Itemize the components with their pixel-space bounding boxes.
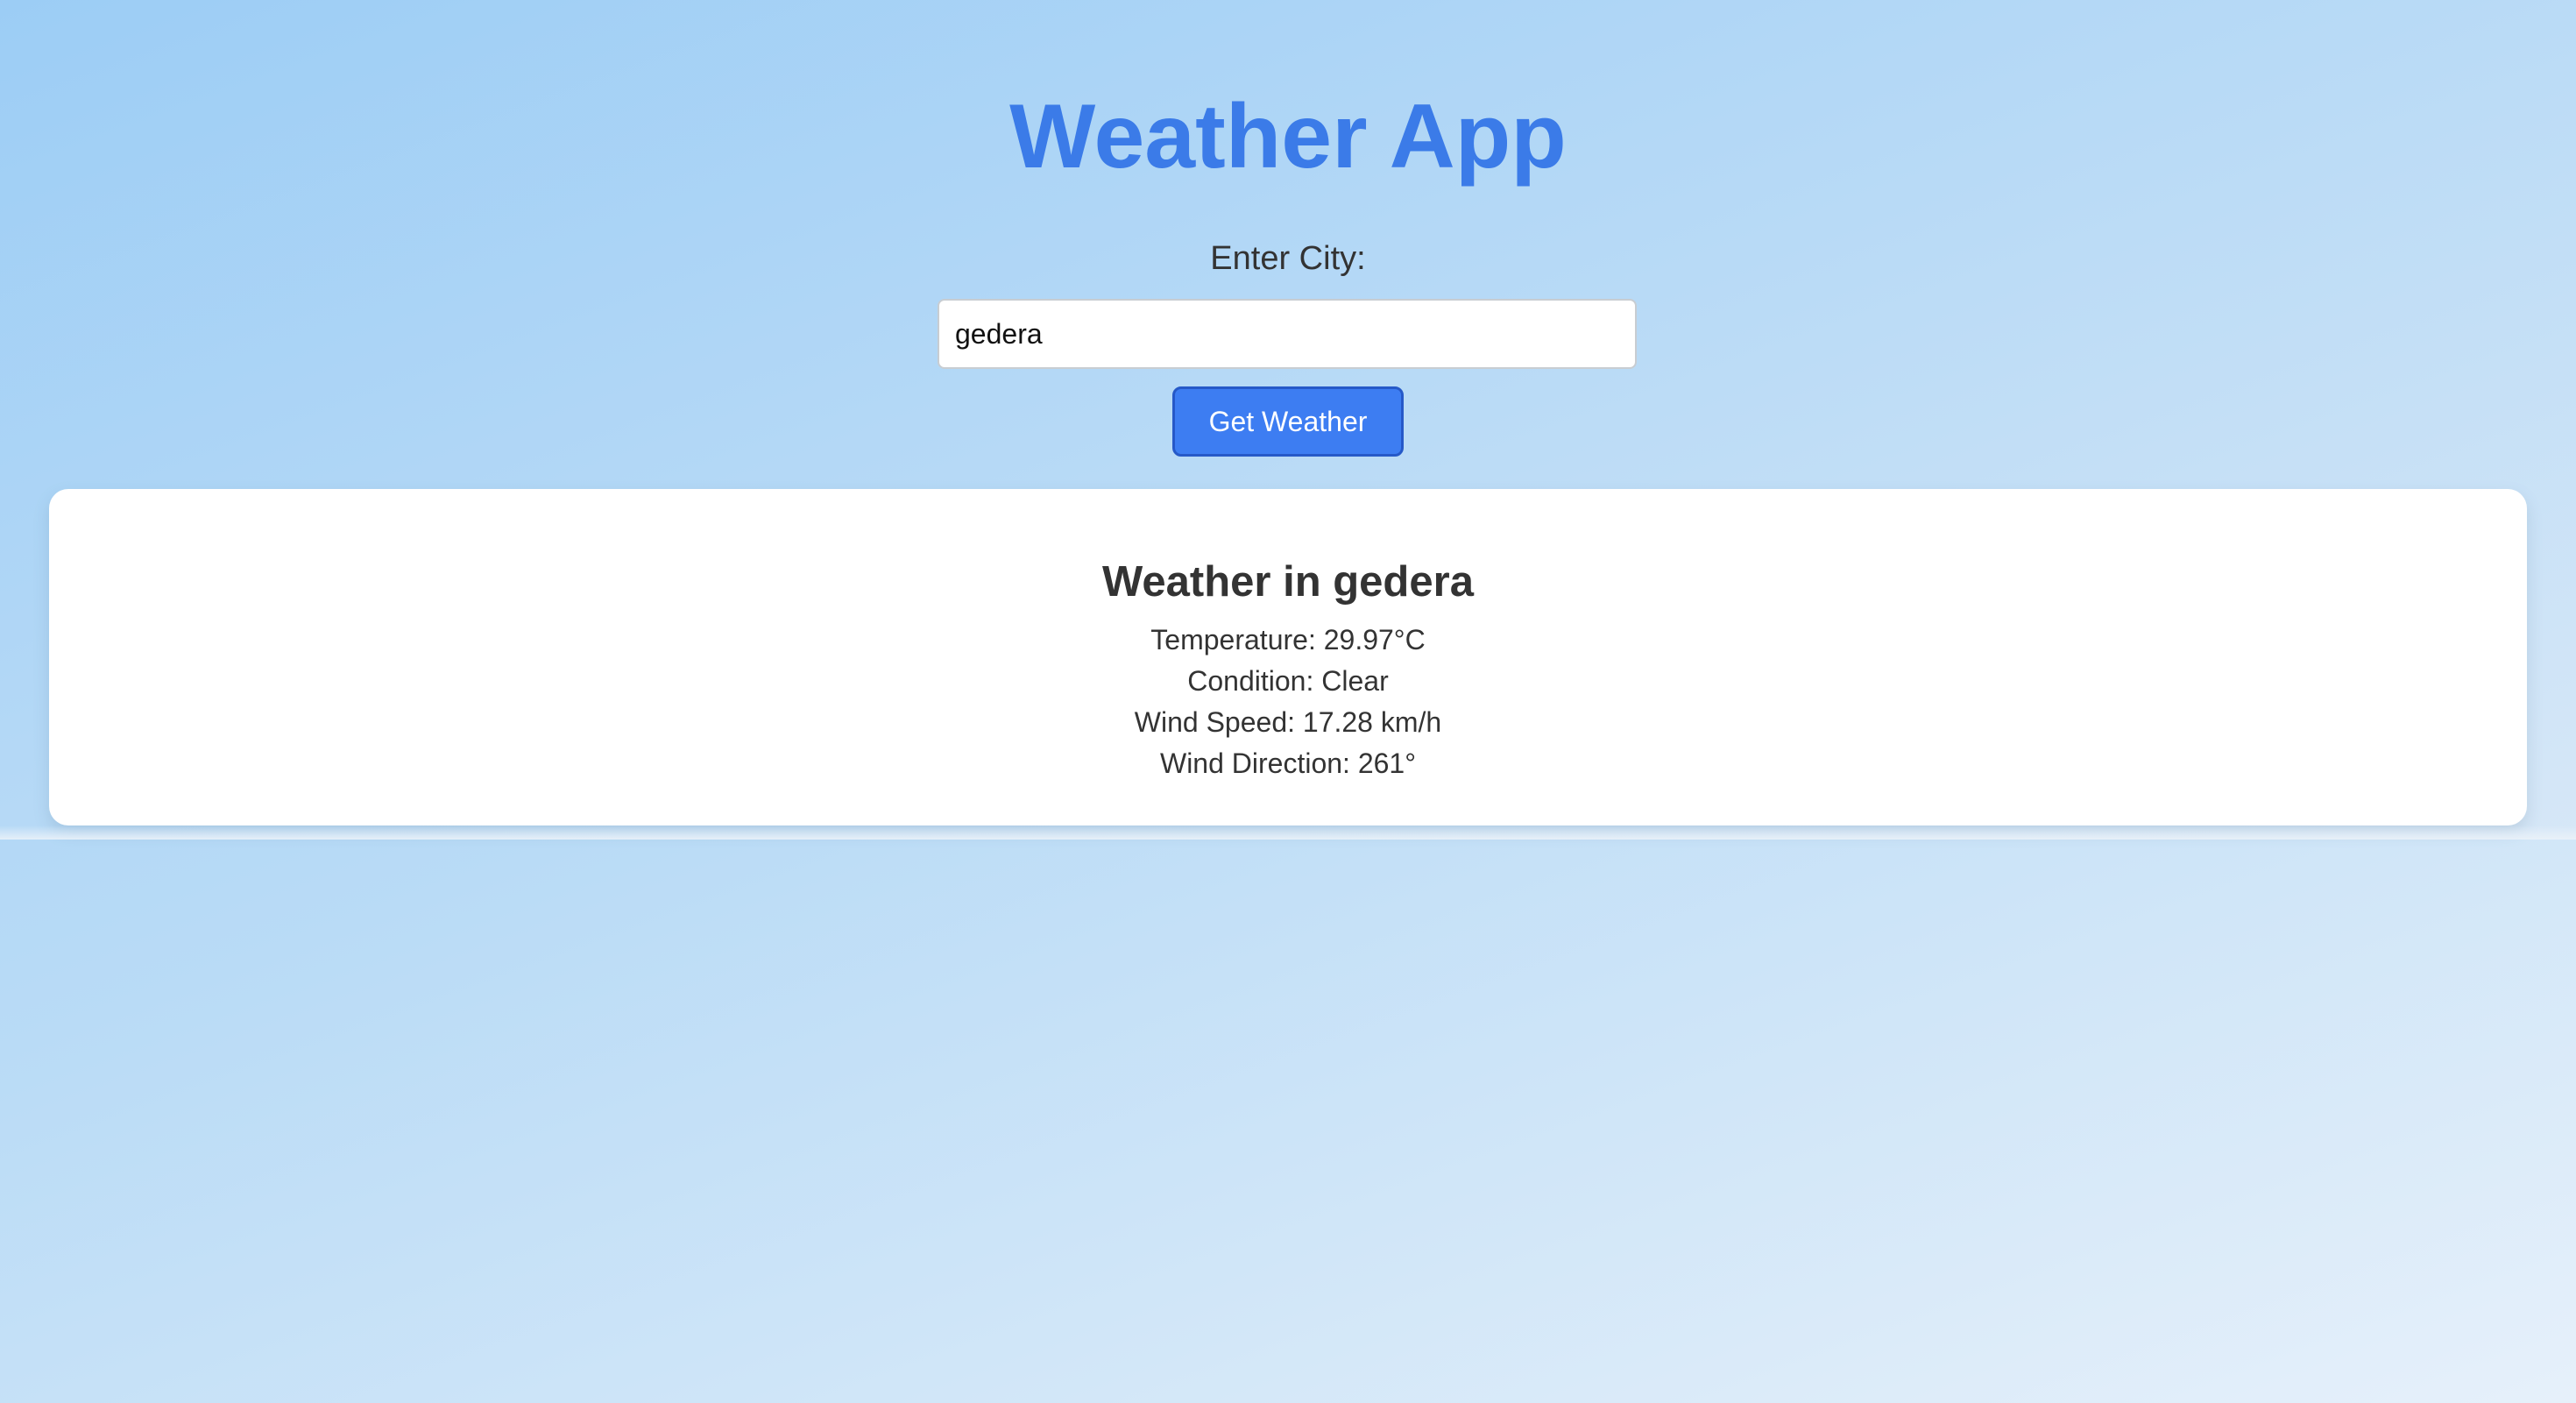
get-weather-button[interactable]: Get Weather <box>1172 386 1404 457</box>
city-label: Enter City: <box>1210 240 1366 277</box>
wind-direction-text: Wind Direction: 261° <box>1159 748 1417 779</box>
weather-result-title: Weather in gedera <box>1102 558 1474 606</box>
condition-text: Condition: Clear <box>1187 665 1389 697</box>
wind-speed-text: Wind Speed: 17.28 km/h <box>1134 706 1442 738</box>
temperature-text: Temperature: 29.97°C <box>1150 624 1426 655</box>
weather-app-page: { "header": { "title": "Weather App" }, … <box>0 0 2576 1403</box>
weather-result-card: Weather in gedera Temperature: 29.97°C C… <box>49 489 2527 826</box>
city-input[interactable] <box>938 299 1637 369</box>
page-title: Weather App <box>1009 86 1567 188</box>
weather-app-panel: Weather App Enter City: Get Weather Weat… <box>0 0 2576 840</box>
